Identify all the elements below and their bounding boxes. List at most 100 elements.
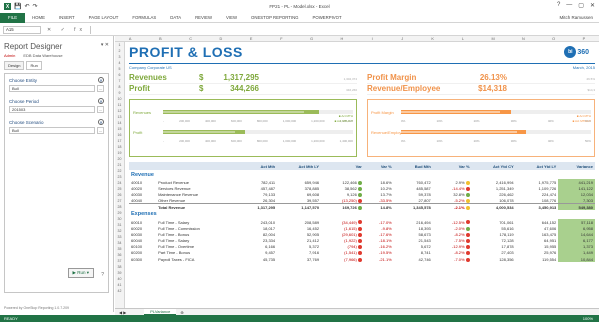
kpi-row: Revenue/Employee $14,318 $14,3 [367,84,595,95]
status-text: READY [4,316,18,321]
status-dot-icon [357,180,362,185]
tab-insert[interactable]: INSERT [52,15,82,20]
chart-revenue-profit[interactable]: Revenues - 200,000 400,000 600,000 800,000 1,0… [129,99,357,157]
clear-icon[interactable]: ✕ [98,98,104,104]
column-header[interactable]: C [176,36,206,41]
table-header[interactable]: Act Ytd CY [471,162,516,170]
param-label: Choose Entity [9,77,38,83]
formula-input[interactable] [90,25,599,34]
admin-label[interactable]: Admin [4,53,15,58]
column-header[interactable]: P [569,36,599,41]
column-header[interactable]: I [357,36,387,41]
column-header[interactable]: L [448,36,478,41]
chart-legend: ■ Act MTH LY [572,119,591,123]
column-header[interactable]: H [327,36,357,41]
kpi-charts: Revenues - 200,000 400,000 600,000 800,000 1,0… [129,99,595,157]
save-icon[interactable]: 💾 [14,3,21,10]
lookup-icon[interactable]: … [97,106,104,113]
table-cell[interactable]: 45,735 [238,256,277,262]
column-header[interactable]: K [418,36,448,41]
param-label: Choose Scenario [9,119,44,125]
tab-design[interactable]: Design [4,61,25,70]
tab-home[interactable]: HOME [25,15,52,20]
table-cell[interactable]: Payroll Taxes - FICA [156,256,238,262]
spreadsheet[interactable]: ABCDEFGHIJKLMNOP 1 2 3 4 5 6 7 8 9 10 11 12 13 14 15 16… [115,36,599,308]
table-cell[interactable]: -7.0% [433,256,472,262]
table-header[interactable]: Bud Mth [393,162,433,170]
status-dot-icon [465,239,470,244]
row-header[interactable]: 42 [115,288,124,294]
table-cell[interactable]: -21.1% [364,256,394,262]
table-header[interactable]: Var [321,162,364,170]
prev-sheet-icon[interactable]: ◀ ▶ [119,310,126,315]
scenario-input[interactable]: Bull [9,127,95,134]
tab-formulas[interactable]: FORMULAS [125,15,163,20]
user-name[interactable]: Mitch Ramussen [559,15,593,20]
table-cell[interactable]: 42,746 [394,256,433,262]
column-header[interactable]: D [206,36,236,41]
entity-input[interactable]: Bull [9,85,95,92]
table-cell[interactable]: 119,554 [516,256,559,262]
table-header[interactable]: Var % [363,162,394,170]
table-header[interactable]: Act Mth [238,162,278,170]
table-cell[interactable]: (7,966) [321,256,364,262]
table-cell[interactable]: 60300 [129,256,156,262]
tab-file[interactable]: FILE [0,12,26,23]
column-header[interactable]: B [145,36,175,41]
tab-data[interactable]: DATA [163,15,188,20]
close-icon[interactable]: ✕ [590,2,595,9]
formula-buttons[interactable]: ✕ ✓ fx [47,27,86,33]
redo-icon[interactable]: ↷ [33,3,38,10]
tab-review[interactable]: REVIEW [188,15,219,20]
clear-icon[interactable]: ✕ [98,77,104,83]
column-header[interactable]: N [508,36,538,41]
clear-icon[interactable]: ✕ [98,119,104,125]
zoom-level[interactable]: 100% [583,316,593,321]
minimize-icon[interactable]: — [566,2,572,9]
lookup-icon[interactable]: … [97,85,104,92]
kpi-mini: 346,266 [346,88,357,92]
maximize-icon[interactable]: ▢ [578,2,584,9]
chart-legend: ■ Act MTH [338,114,353,118]
column-header[interactable]: O [539,36,569,41]
table-header[interactable]: Act Mth LY [277,162,322,170]
column-header[interactable]: M [478,36,508,41]
chart-margin-employee[interactable]: Profit Margin 0% 10% 20% 30% 40% 50% Revenue/Em… [367,99,595,157]
tab-run[interactable]: Run [26,61,42,70]
add-sheet-icon[interactable]: ⊕ [180,310,183,315]
name-box[interactable]: A15 [3,25,41,34]
period-input[interactable]: 201503 [9,106,95,113]
column-header[interactable]: E [236,36,266,41]
table-header[interactable] [129,162,157,170]
warehouse-label[interactable]: EDB Data Warehouse [23,53,62,58]
table-cell[interactable]: 37,769 [277,256,321,262]
lookup-icon[interactable]: … [97,127,104,134]
column-header[interactable]: G [297,36,327,41]
tab-onestop-reporting[interactable]: ONESTOP REPORTING [244,15,306,20]
column-header[interactable]: A [115,36,145,41]
close-icon[interactable]: ▾ ✕ [101,42,109,48]
table-header[interactable]: Var % [432,162,472,170]
column-header[interactable]: F [266,36,296,41]
table-header[interactable]: Variance [558,162,595,170]
tab-view[interactable]: VIEW [219,15,244,20]
kpi-value: 344,266 [230,84,259,93]
table-header[interactable] [156,162,239,170]
column-header[interactable]: J [387,36,417,41]
kpi-label: Profit [129,84,150,93]
tab-powerpivot[interactable]: POWERPIVOT [306,15,349,20]
table-row[interactable]: 60300 Payroll Taxes - FICA 45,735 37,769 (7,… [129,256,595,263]
tab-page-layout[interactable]: PAGE LAYOUT [82,15,126,20]
help-icon[interactable]: ? [557,2,560,9]
chart-label: Profit Margin [371,109,394,115]
status-dot-icon [465,232,470,237]
table-cell[interactable]: 10,844 [558,256,595,263]
kpi-row: Revenues $ 1,317,295 1,302,374 [129,73,357,84]
help-icon[interactable]: ? [101,272,104,278]
quick-access-toolbar: X 💾 ↶ ↷ [0,3,38,10]
run-button[interactable]: ▶ Run ▾ [67,268,94,278]
undo-icon[interactable]: ↶ [24,3,29,10]
param-scenario: Choose Scenario ✕ Bull… [5,116,108,137]
table-header[interactable]: Act Ytd LY [515,162,559,170]
table-cell[interactable]: 128,356 [472,256,516,262]
